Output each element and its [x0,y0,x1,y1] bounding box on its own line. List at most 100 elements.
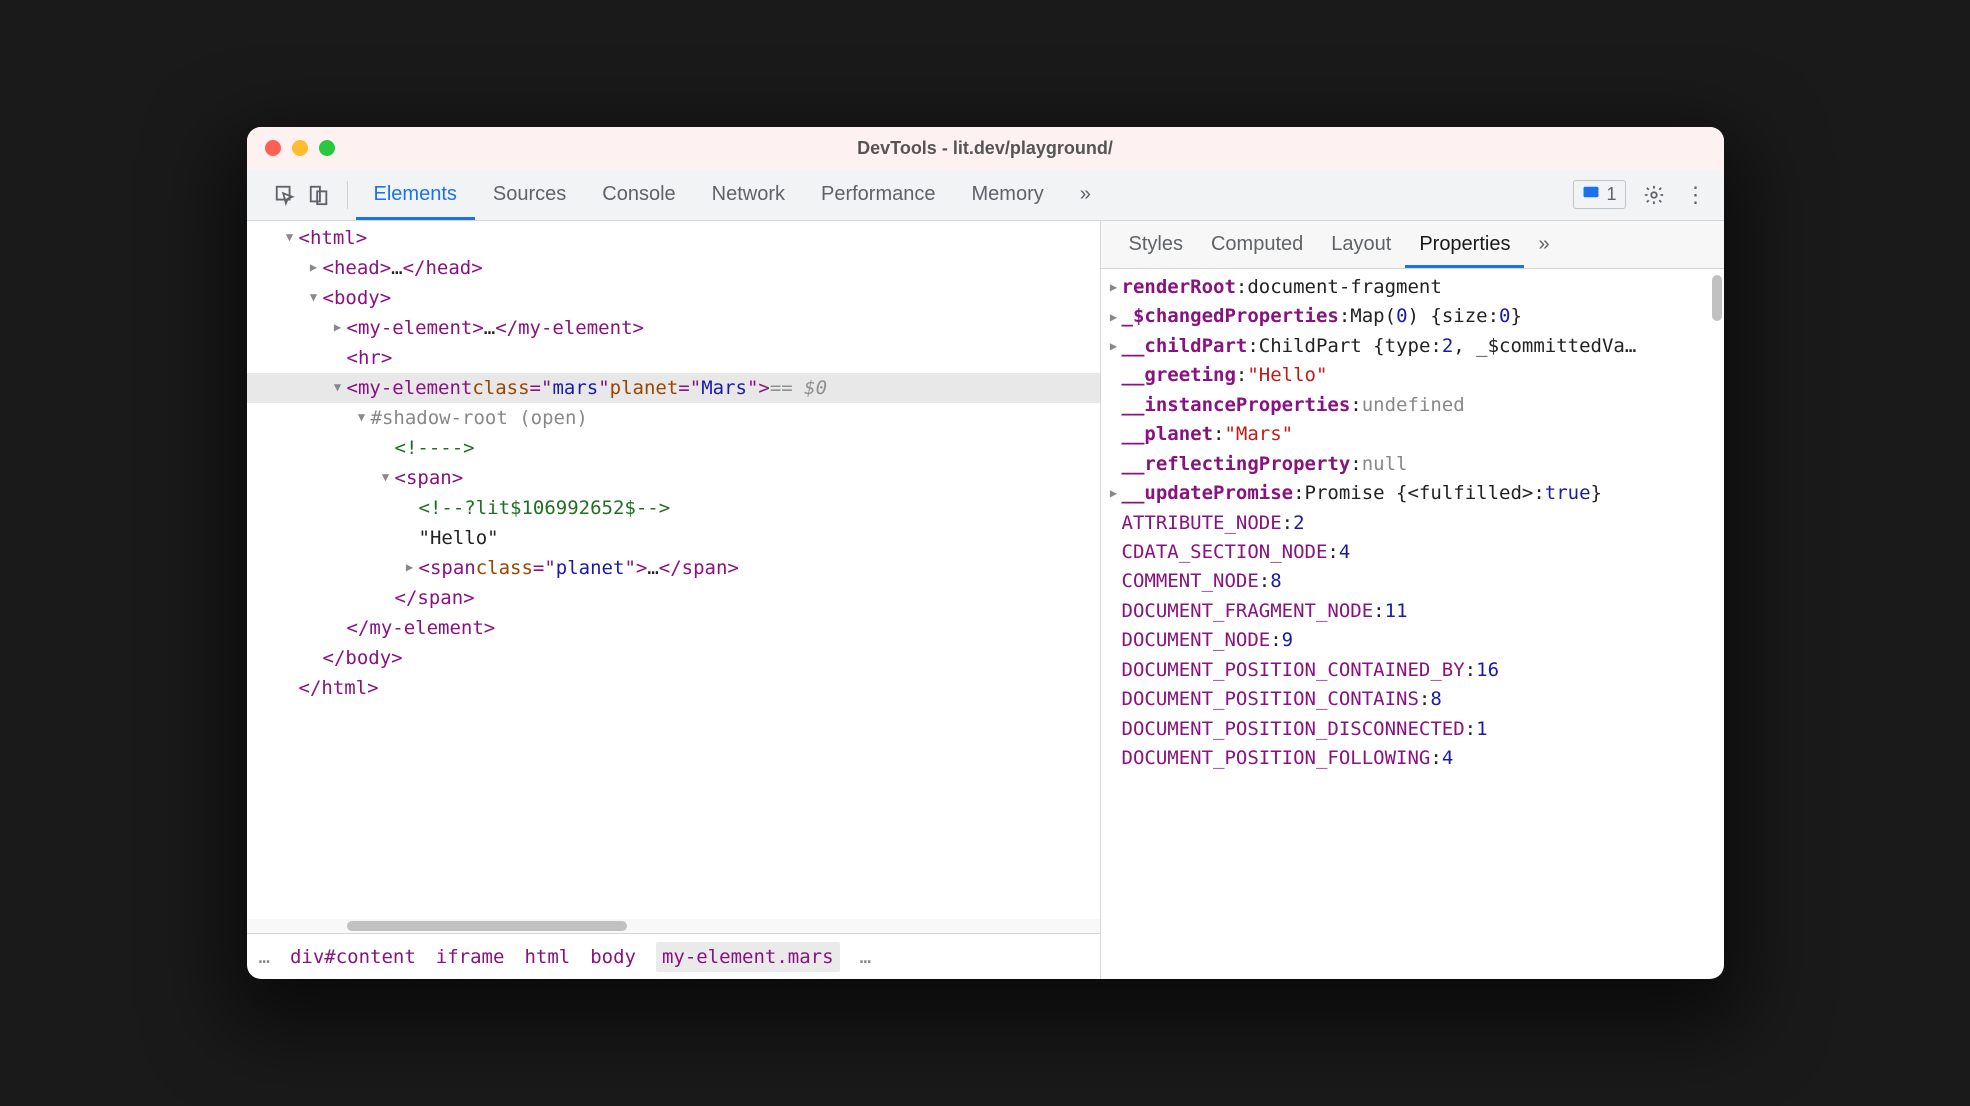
property-row[interactable]: CDATA_SECTION_NODE: 4 [1107,538,1718,567]
property-row[interactable]: ▶__updatePromise: Promise {<fulfilled>: … [1107,479,1718,508]
dom-row[interactable]: ▶<span class="planet">…</span> [247,553,1100,583]
disclosure-triangle-icon[interactable]: ▶ [1107,484,1121,503]
sidebar-tab-properties[interactable]: Properties [1405,221,1524,268]
property-row[interactable]: DOCUMENT_POSITION_CONTAINS: 8 [1107,685,1718,714]
dom-row[interactable]: </html> [247,673,1100,703]
disclosure-triangle-icon[interactable]: ▶ [1107,308,1121,327]
property-key: __childPart [1122,332,1248,361]
dom-row[interactable]: </span> [247,583,1100,613]
dom-token-tag: <body> [323,283,392,313]
dom-row[interactable]: ▼<body> [247,283,1100,313]
dom-token-tag: <span [419,553,476,583]
breadcrumb-item[interactable]: html [524,946,570,968]
dom-token-text: "Hello" [419,523,499,553]
vertical-scrollbar[interactable] [1712,275,1722,321]
property-value-undef: undefined [1362,391,1465,420]
breadcrumb-overflow-right[interactable]: … [860,946,871,968]
properties-list[interactable]: ▶renderRoot: document-fragment▶_$changed… [1101,269,1724,979]
dom-row[interactable]: ▼<html> [247,223,1100,253]
property-row[interactable]: DOCUMENT_POSITION_CONTAINED_BY: 16 [1107,656,1718,685]
dom-row[interactable]: ▶<head>…</head> [247,253,1100,283]
devtools-window: DevTools - lit.dev/playground/ ElementsS… [247,127,1724,979]
dom-row[interactable]: <!----> [247,433,1100,463]
dom-row[interactable]: <!--?lit$106992652$--> [247,493,1100,523]
dom-row[interactable]: ▼<span> [247,463,1100,493]
sidebar-tab-styles[interactable]: Styles [1115,221,1197,268]
disclosure-triangle-icon[interactable]: ▼ [283,228,297,247]
property-row[interactable]: COMMENT_NODE: 8 [1107,567,1718,596]
breadcrumb-overflow-left[interactable]: … [259,946,270,968]
property-row[interactable]: DOCUMENT_NODE: 9 [1107,626,1718,655]
dom-token-tag: </my-element> [347,613,496,643]
device-toolbar-icon[interactable] [305,181,333,209]
inspect-element-icon[interactable] [271,181,299,209]
dom-row[interactable]: ▼#shadow-root (open) [247,403,1100,433]
colon: : [1247,332,1258,361]
property-key: DOCUMENT_POSITION_DISCONNECTED [1122,715,1465,744]
tab-performance[interactable]: Performance [803,169,954,220]
tab-network[interactable]: Network [694,169,803,220]
property-key: DOCUMENT_POSITION_CONTAINS [1122,685,1419,714]
dom-row[interactable]: ▶<my-element>…</my-element> [247,313,1100,343]
property-key: __planet [1122,420,1214,449]
property-row[interactable]: ATTRIBUTE_NODE: 2 [1107,509,1718,538]
sidebar-tabs: StylesComputedLayoutProperties» [1101,221,1724,269]
dom-row[interactable]: ▼<my-element class="mars" planet="Mars">… [247,373,1100,403]
property-row[interactable]: __reflectingProperty: null [1107,450,1718,479]
property-key: DOCUMENT_FRAGMENT_NODE [1122,597,1374,626]
property-row[interactable]: ▶renderRoot: document-fragment [1107,273,1718,302]
more-menu-icon[interactable]: ⋮ [1682,181,1710,209]
dom-token-tag: </head> [403,253,483,283]
colon: : [1270,626,1281,655]
property-row[interactable]: __instanceProperties: undefined [1107,391,1718,420]
sidebar-tab-layout[interactable]: Layout [1317,221,1405,268]
property-row[interactable]: __greeting: "Hello" [1107,361,1718,390]
disclosure-triangle-icon[interactable]: ▶ [1107,278,1121,297]
breadcrumb-item[interactable]: iframe [436,946,505,968]
disclosure-triangle-icon[interactable]: ▶ [307,258,321,277]
dom-row[interactable]: <hr> [247,343,1100,373]
issue-icon [1582,183,1600,206]
issues-badge[interactable]: 1 [1573,180,1625,209]
minimize-window-button[interactable] [292,140,308,156]
property-row[interactable]: ▶_$changedProperties: Map(0) {size: 0} [1107,302,1718,331]
disclosure-triangle-icon[interactable]: ▶ [1107,337,1121,356]
sidebar-more-tabs-button[interactable]: » [1524,221,1563,268]
settings-icon[interactable] [1640,181,1668,209]
disclosure-triangle-icon[interactable]: ▶ [403,558,417,577]
disclosure-triangle-icon[interactable]: ▶ [331,318,345,337]
breadcrumb-item[interactable]: my-element.mars [656,942,840,972]
disclosure-triangle-icon[interactable]: ▼ [379,468,393,487]
breadcrumb-item[interactable]: body [590,946,636,968]
dom-token-tag: </html> [299,673,379,703]
dom-row[interactable]: "Hello" [247,523,1100,553]
breadcrumb-item[interactable]: div#content [290,946,416,968]
dom-row[interactable]: </body> [247,643,1100,673]
tab-memory[interactable]: Memory [954,169,1062,220]
dom-token-text: … [647,553,658,583]
property-key: __greeting [1122,361,1236,390]
property-row[interactable]: __planet: "Mars" [1107,420,1718,449]
dom-token-tag: </span> [659,553,739,583]
dom-token-attr: planet [610,373,679,403]
dom-token-shadow: #shadow-root (open) [371,403,588,433]
dom-tree[interactable]: ▼<html>▶<head>…</head>▼<body>▶<my-elemen… [247,221,1100,919]
property-row[interactable]: DOCUMENT_POSITION_DISCONNECTED: 1 [1107,715,1718,744]
tab-console[interactable]: Console [584,169,693,220]
colon: : [1430,744,1441,773]
horizontal-scrollbar[interactable] [247,919,1100,933]
sidebar-tab-computed[interactable]: Computed [1197,221,1317,268]
dom-row[interactable]: </my-element> [247,613,1100,643]
tab-elements[interactable]: Elements [356,169,475,220]
disclosure-triangle-icon[interactable]: ▼ [307,288,321,307]
maximize-window-button[interactable] [319,140,335,156]
property-row[interactable]: DOCUMENT_FRAGMENT_NODE: 11 [1107,597,1718,626]
disclosure-triangle-icon[interactable]: ▼ [355,408,369,427]
tab-sources[interactable]: Sources [475,169,584,220]
close-window-button[interactable] [265,140,281,156]
more-tabs-button[interactable]: » [1062,169,1109,220]
property-row[interactable]: DOCUMENT_POSITION_FOLLOWING: 4 [1107,744,1718,773]
disclosure-triangle-icon[interactable]: ▼ [331,378,345,397]
dom-token-val: Mars [701,373,747,403]
property-row[interactable]: ▶__childPart: ChildPart {type: 2, _$comm… [1107,332,1718,361]
